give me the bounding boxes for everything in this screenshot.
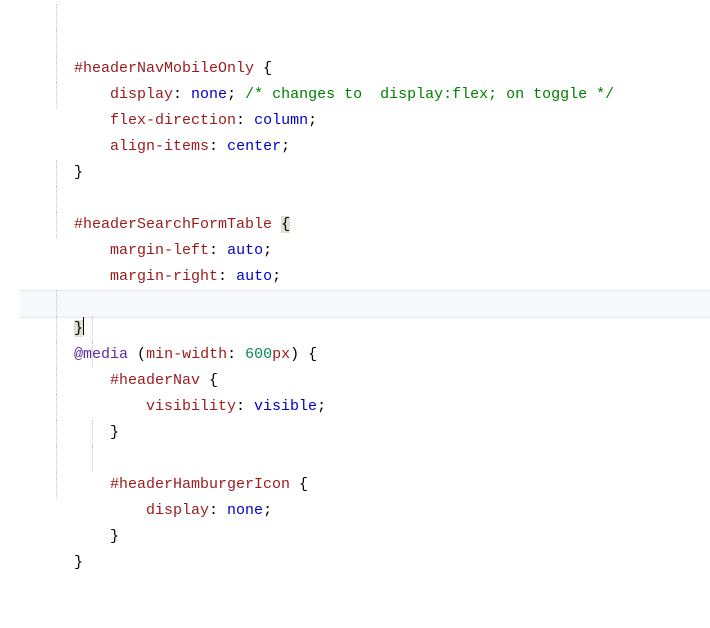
css-selector: #headerHamburgerIcon: [110, 476, 290, 493]
brace-close: }: [74, 320, 83, 337]
css-comment: /* changes to display:flex; on toggle */: [245, 86, 614, 103]
code-line: #headerNav {: [20, 316, 710, 342]
css-value: none: [227, 502, 263, 519]
css-property: display: [110, 86, 173, 103]
brace-open: {: [254, 60, 272, 77]
code-line: #headerSearchFormTable {: [20, 160, 710, 186]
css-value: column: [254, 112, 308, 129]
css-property: margin-left: [110, 242, 209, 259]
brace-open: {: [281, 216, 290, 233]
at-rule: @media: [74, 346, 128, 363]
text-caret: [83, 317, 84, 335]
css-value: none: [191, 86, 227, 103]
code-editor[interactable]: #headerNavMobileOnly { display: none; /*…: [0, 0, 710, 528]
code-line: margin-left: auto;: [20, 186, 710, 212]
css-property: flex-direction: [110, 112, 236, 129]
code-line: @media (min-width: 600px) {: [20, 290, 710, 316]
brace-close: }: [74, 164, 83, 181]
code-line: #headerNavMobileOnly {: [20, 4, 710, 30]
css-value: auto: [236, 268, 272, 285]
css-selector: #headerSearchFormTable: [74, 216, 272, 233]
code-line: display: none;: [20, 446, 710, 472]
brace-open: {: [290, 476, 308, 493]
css-property: margin-right: [110, 268, 218, 285]
css-property: visibility: [146, 398, 236, 415]
css-selector: #headerNav: [110, 372, 200, 389]
css-value: auto: [227, 242, 263, 259]
css-value: visible: [254, 398, 317, 415]
css-selector: #headerNavMobileOnly: [74, 60, 254, 77]
css-property: align-items: [110, 138, 209, 155]
unit: px: [272, 346, 290, 363]
number: 600: [245, 346, 272, 363]
css-value: center: [227, 138, 281, 155]
brace-close: }: [74, 554, 83, 571]
brace-open: {: [200, 372, 218, 389]
brace-close: }: [110, 528, 119, 545]
media-feature: min-width: [146, 346, 227, 363]
code-line: #headerHamburgerIcon {: [20, 420, 710, 446]
code-line: display: none; /* changes to display:fle…: [20, 30, 710, 56]
brace-open: {: [299, 346, 317, 363]
css-property: display: [146, 502, 209, 519]
brace-close: }: [110, 424, 119, 441]
